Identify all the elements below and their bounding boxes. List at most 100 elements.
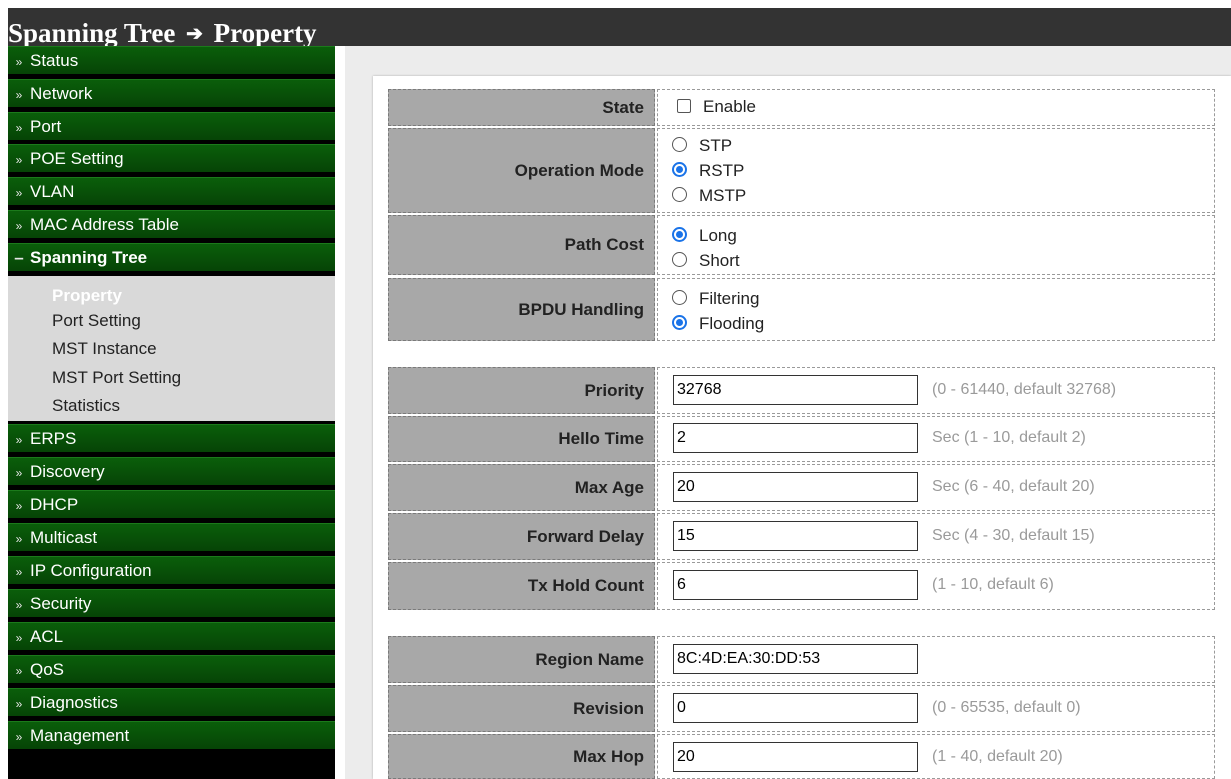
chevron-double-down-icon: » xyxy=(15,88,23,102)
submenu-item-mst-instance[interactable]: MST Instance xyxy=(52,339,157,359)
bpdu-handling-option-flooding[interactable]: Flooding xyxy=(672,314,764,334)
sidebar-item-label: ERPS xyxy=(30,429,77,448)
sidebar-item-security[interactable]: » Security xyxy=(8,589,335,618)
sidebar-item-port[interactable]: » Port xyxy=(8,112,335,141)
hello-time-hint: Sec (1 - 10, default 2) xyxy=(932,429,1086,446)
sidebar-item-label: ACL xyxy=(30,627,64,646)
priority-label: Priority xyxy=(584,380,644,400)
bpdu-handling-label-filtering: Filtering xyxy=(699,289,760,308)
sidebar-item-diagnostics[interactable]: » Diagnostics xyxy=(8,688,335,717)
path-cost-option-short[interactable]: Short xyxy=(672,251,740,271)
sidebar-item-label: Status xyxy=(30,51,79,70)
chevron-double-down-icon: » xyxy=(15,499,23,513)
sidebar-item-label: QoS xyxy=(30,660,65,679)
operation-mode-label-stp: STP xyxy=(699,136,733,155)
path-cost-radio-short[interactable] xyxy=(672,252,687,268)
max-age-hint: Sec (6 - 40, default 20) xyxy=(932,478,1095,495)
max-age-label-cell: Max Age xyxy=(388,464,655,511)
bpdu-handling-option-filtering[interactable]: Filtering xyxy=(672,289,759,309)
path-cost-value-cell xyxy=(657,215,1215,275)
path-cost-label-cell: Path Cost xyxy=(388,215,655,275)
tx-hold-count-label-cell: Tx Hold Count xyxy=(388,562,655,610)
bpdu-handling-radio-flooding[interactable] xyxy=(672,315,687,331)
sidebar-item-mac-address-table[interactable]: » MAC Address Table xyxy=(8,210,335,239)
sidebar-item-label: VLAN xyxy=(30,182,75,201)
sidebar-item-label: POE Setting xyxy=(30,149,124,168)
state-enable-option[interactable]: Enable xyxy=(677,97,756,117)
sidebar-item-label: Security xyxy=(30,594,92,613)
sidebar-item-label: Port xyxy=(30,117,62,136)
submenu-item-statistics[interactable]: Statistics xyxy=(52,396,120,416)
sidebar-item-label: DHCP xyxy=(30,495,79,514)
page-title-page: Property xyxy=(213,18,317,48)
priority-input[interactable] xyxy=(673,375,918,405)
sidebar-item-status[interactable]: » Status xyxy=(8,46,335,75)
operation-mode-option-rstp[interactable]: RSTP xyxy=(672,161,744,181)
operation-mode-label: Operation Mode xyxy=(514,160,644,180)
bpdu-handling-radio-filtering[interactable] xyxy=(672,290,687,306)
operation-mode-option-mstp[interactable]: MSTP xyxy=(672,186,746,206)
priority-label-cell: Priority xyxy=(388,367,655,414)
chevron-double-down-icon: » xyxy=(15,565,23,579)
sidebar-item-label: Discovery xyxy=(30,462,105,481)
sidebar-item-label: MAC Address Table xyxy=(30,215,179,234)
chevron-double-down-icon: » xyxy=(15,532,23,546)
chevron-double-down-icon: » xyxy=(15,697,23,711)
bpdu-handling-label-flooding: Flooding xyxy=(699,314,765,333)
operation-mode-label-cell: Operation Mode xyxy=(388,128,655,213)
revision-input[interactable] xyxy=(673,693,918,723)
operation-mode-label-mstp: MSTP xyxy=(699,186,747,205)
submenu-item-mst-port-setting[interactable]: MST Port Setting xyxy=(52,368,181,388)
sidebar-item-ip-configuration[interactable]: » IP Configuration xyxy=(8,556,335,585)
sidebar-item-erps[interactable]: » ERPS xyxy=(8,424,335,453)
submenu-spanning-tree: Property Port Setting MST Instance MST P… xyxy=(8,276,335,421)
submenu-item-property[interactable]: Property xyxy=(52,286,122,306)
region-name-input[interactable] xyxy=(673,644,918,674)
forward-delay-hint: Sec (4 - 30, default 15) xyxy=(932,527,1095,544)
sidebar-item-label: Multicast xyxy=(30,528,98,547)
sidebar-item-label: Management xyxy=(30,726,130,745)
path-cost-label: Path Cost xyxy=(564,235,644,254)
hello-time-input[interactable] xyxy=(673,423,918,453)
submenu-item-port-setting[interactable]: Port Setting xyxy=(52,311,141,331)
chevron-double-down-icon: » xyxy=(15,466,23,480)
sidebar-item-vlan[interactable]: » VLAN xyxy=(8,177,335,206)
chevron-double-down-icon: » xyxy=(15,631,23,645)
max-age-label: Max Age xyxy=(574,477,644,497)
state-enable-label: Enable xyxy=(703,97,756,116)
sidebar-item-qos[interactable]: » QoS xyxy=(8,655,335,684)
tx-hold-count-input[interactable] xyxy=(673,570,918,600)
forward-delay-label-cell: Forward Delay xyxy=(388,513,655,560)
operation-mode-radio-rstp[interactable] xyxy=(672,162,687,178)
chevron-double-down-icon: » xyxy=(15,433,23,447)
bpdu-handling-label: BPDU Handling xyxy=(518,299,644,319)
region-name-label: Region Name xyxy=(535,649,644,669)
max-hop-input[interactable] xyxy=(673,742,918,772)
sidebar-item-spanning-tree[interactable]: – Spanning Tree xyxy=(8,243,335,272)
sidebar-item-management[interactable]: » Management xyxy=(8,721,335,750)
sidebar-item-network[interactable]: » Network xyxy=(8,79,335,108)
arrow-right-icon: ➔ xyxy=(186,23,203,45)
sidebar-item-label: IP Configuration xyxy=(30,561,152,580)
path-cost-option-long[interactable]: Long xyxy=(672,226,737,246)
operation-mode-label-rstp: RSTP xyxy=(699,161,745,180)
state-enable-checkbox[interactable] xyxy=(677,98,691,113)
path-cost-radio-long[interactable] xyxy=(672,227,687,243)
max-age-input[interactable] xyxy=(673,472,918,502)
sidebar-item-discovery[interactable]: » Discovery xyxy=(8,457,335,486)
sidebar-item-acl[interactable]: » ACL xyxy=(8,622,335,651)
state-label: State xyxy=(602,97,644,117)
operation-mode-radio-stp[interactable] xyxy=(672,137,687,153)
forward-delay-input[interactable] xyxy=(673,521,918,551)
chevron-double-down-icon: » xyxy=(15,730,23,744)
chevron-double-down-icon: » xyxy=(15,186,23,200)
forward-delay-label: Forward Delay xyxy=(526,526,644,546)
hello-time-label: Hello Time xyxy=(558,429,644,448)
sidebar-item-dhcp[interactable]: » DHCP xyxy=(8,490,335,519)
operation-mode-option-stp[interactable]: STP xyxy=(672,136,732,156)
sidebar-item-multicast[interactable]: » Multicast xyxy=(8,523,335,552)
priority-hint: (0 - 61440, default 32768) xyxy=(932,381,1117,398)
hello-time-label-cell: Hello Time xyxy=(388,416,655,462)
sidebar-item-poe-setting[interactable]: » POE Setting xyxy=(8,144,335,173)
operation-mode-radio-mstp[interactable] xyxy=(672,187,687,203)
